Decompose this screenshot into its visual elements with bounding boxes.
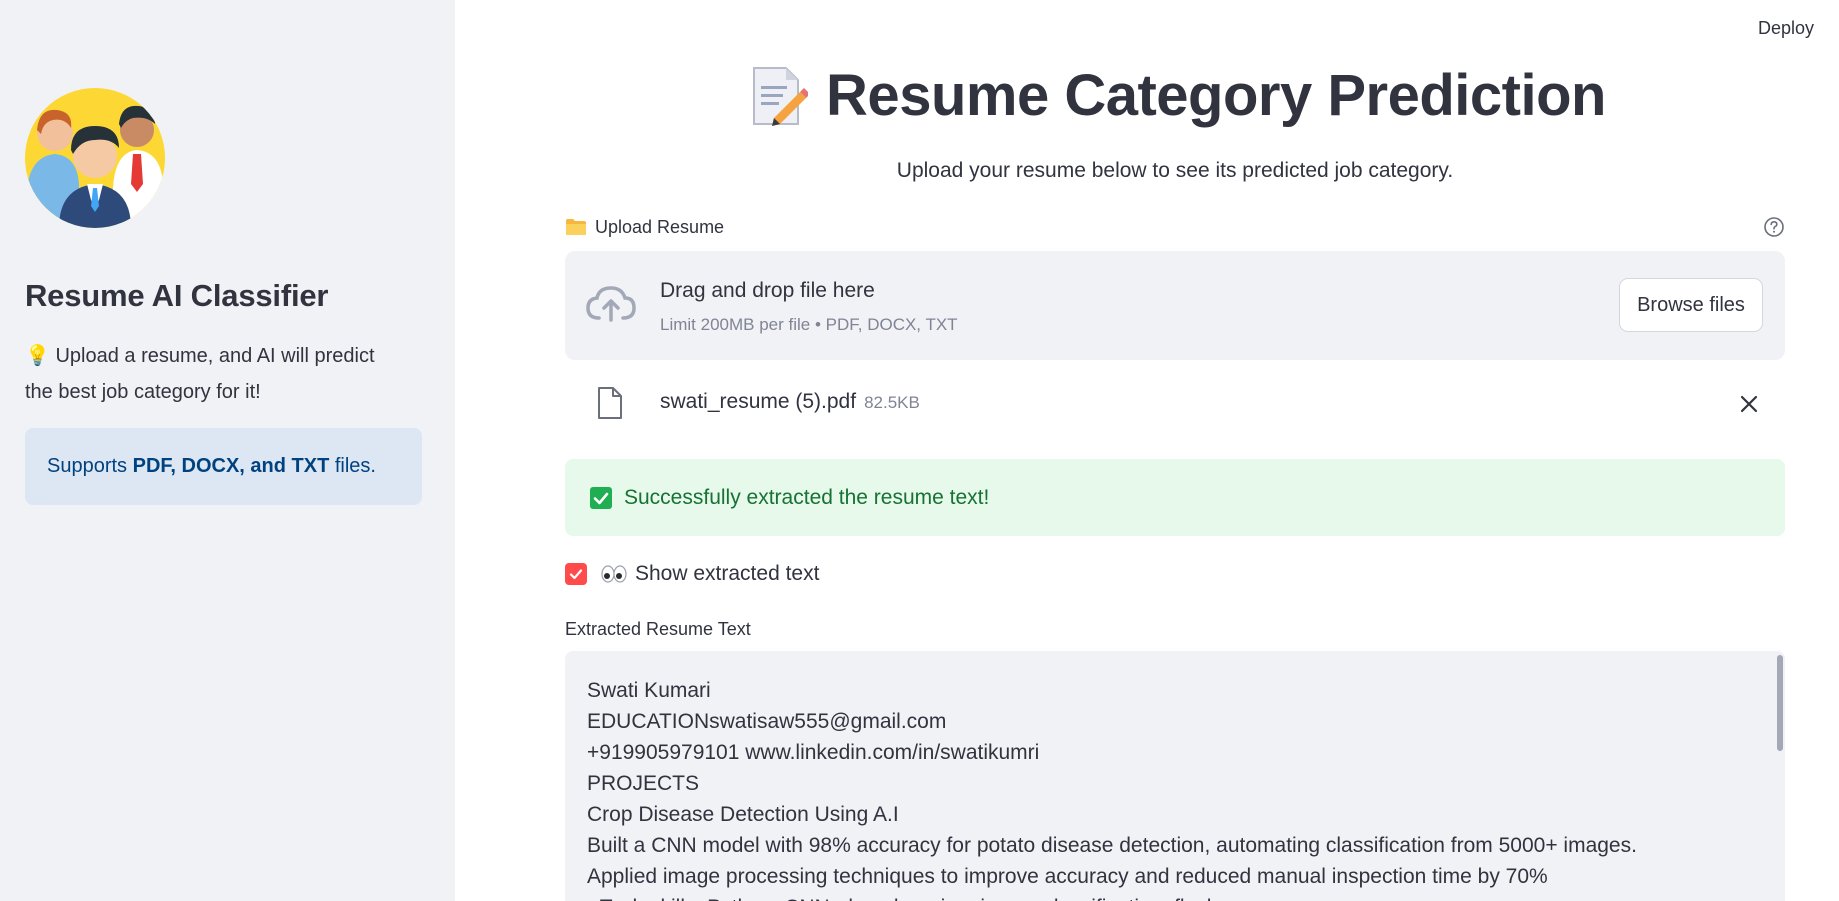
show-extracted-text-label: Show extracted text	[635, 562, 820, 585]
help-icon[interactable]	[1763, 216, 1785, 238]
info-prefix: Supports	[47, 455, 133, 477]
text-line: Crop Disease Detection Using A.I	[587, 803, 899, 826]
text-line: • Tech skills: Python, CNN, deep learnin…	[587, 892, 1763, 901]
cloud-upload-icon	[586, 286, 636, 322]
text-line: +919905979101 www.linkedin.com/in/swatik…	[587, 741, 1040, 764]
uploaded-file-row: swati_resume (5).pdf 82.5KB	[565, 380, 1785, 426]
file-info: swati_resume (5).pdf 82.5KB	[660, 390, 920, 414]
upload-label-row: Upload Resume	[565, 216, 1785, 238]
dropzone-limit: Limit 200MB per file • PDF, DOCX, TXT	[660, 315, 958, 334]
upload-label-text: Upload Resume	[595, 216, 725, 237]
folder-icon	[566, 219, 586, 235]
document-icon	[598, 387, 622, 419]
page-title-row: Resume Category Prediction	[565, 62, 1785, 129]
success-alert: Successfully extracted the resume text!	[565, 459, 1785, 536]
remove-file-close-icon[interactable]	[1739, 394, 1759, 414]
check-mark-icon	[590, 486, 612, 509]
success-message: Successfully extracted the resume text!	[624, 485, 990, 509]
page-title: Resume Category Prediction	[826, 63, 1606, 128]
page-subtitle: Upload your resume below to see its pred…	[896, 159, 1454, 182]
show-extracted-text-checkbox[interactable]	[565, 563, 587, 585]
sidebar-title: Resume AI Classifier	[25, 278, 329, 313]
deploy-button[interactable]: Deploy	[1758, 18, 1814, 39]
text-line: Built a CNN model with 98% accuracy for …	[587, 834, 1637, 857]
team-avatar-image	[25, 88, 165, 228]
browse-files-button[interactable]: Browse files	[1619, 278, 1763, 332]
dropzone-text: Drag and drop file here	[660, 279, 875, 302]
text-line: Applied image processing techniques to i…	[587, 865, 1548, 888]
supported-formats-info: Supports PDF, DOCX, and TXT files.	[25, 428, 422, 505]
upload-label: Upload Resume	[565, 217, 724, 238]
text-line: PROJECTS	[587, 772, 700, 795]
info-suffix: files.	[329, 455, 376, 477]
info-formats: PDF, DOCX, and TXT	[132, 455, 330, 477]
file-name: swati_resume (5).pdf	[660, 390, 857, 413]
sidebar: Resume AI Classifier 💡 Upload a resume, …	[0, 0, 455, 901]
file-size: 82.5KB	[864, 393, 920, 412]
text-line: EDUCATIONswatisaw555@gmail.com	[587, 710, 947, 733]
extracted-text-area[interactable]: Swati Kumari EDUCATIONswatisaw555@gmail.…	[565, 651, 1785, 901]
extracted-text-label: Extracted Resume Text	[565, 619, 751, 639]
sidebar-description: 💡 Upload a resume, and AI will predict t…	[25, 345, 375, 403]
memo-icon	[753, 66, 809, 126]
textarea-scrollbar[interactable]	[1777, 655, 1783, 751]
text-line: Swati Kumari	[587, 679, 711, 702]
checkmark-icon	[569, 569, 583, 580]
eyes-icon	[601, 565, 627, 583]
file-dropzone[interactable]: Drag and drop file here Limit 200MB per …	[565, 251, 1785, 360]
show-extracted-text-checkbox-row[interactable]: Show extracted text	[565, 562, 819, 586]
